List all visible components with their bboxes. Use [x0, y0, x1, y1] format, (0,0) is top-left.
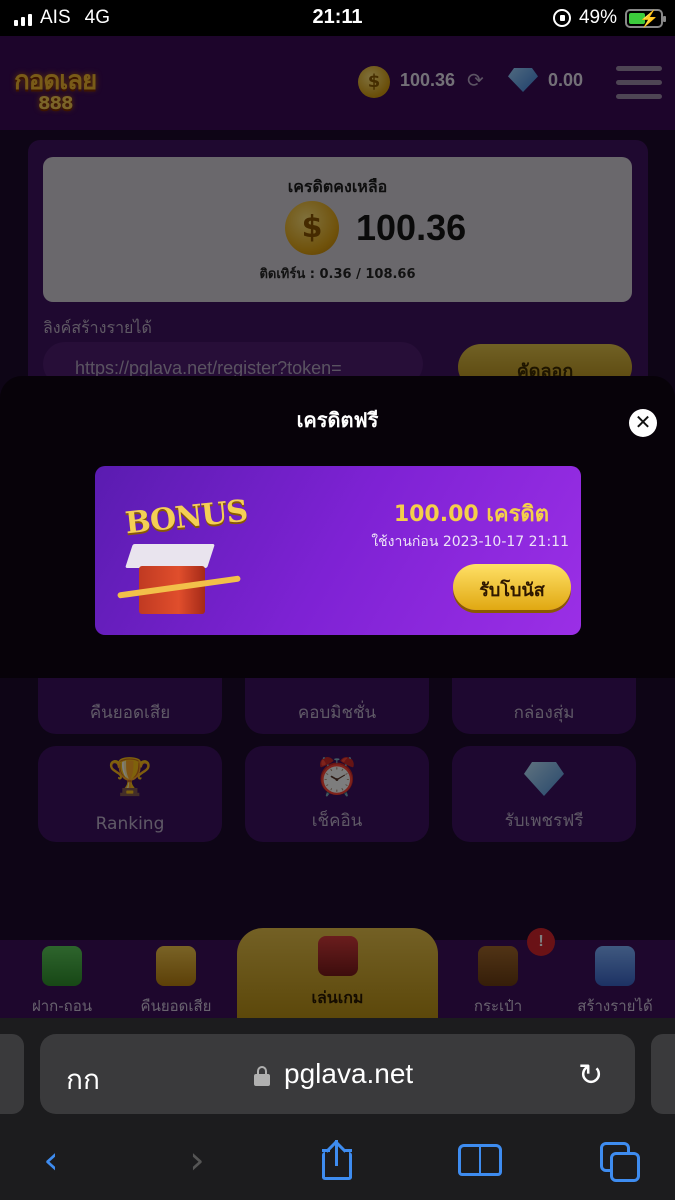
forward-icon[interactable]: ›: [172, 1138, 222, 1182]
claim-bonus-button[interactable]: รับโบนัส: [453, 564, 571, 610]
address-bar[interactable]: กก pglava.net ↻: [40, 1034, 635, 1114]
status-right: 49% ⚡: [552, 7, 666, 29]
gift-box-icon: BONUS: [117, 492, 249, 616]
reload-icon[interactable]: ↻: [578, 1058, 603, 1093]
lock-icon: [254, 1066, 270, 1086]
bookmarks-icon[interactable]: [458, 1144, 502, 1178]
back-icon[interactable]: ‹: [26, 1138, 76, 1182]
modal-title: เครดิตฟรี: [296, 408, 379, 432]
browser-chrome: กก pglava.net ↻ ‹ ›: [0, 1018, 675, 1200]
rotation-lock-icon: [552, 9, 571, 27]
bonus-card: BONUS 100.00 เครดิต ใช้งานก่อน 2023-10-1…: [95, 466, 581, 635]
bonus-expiry: ใช้งานก่อน 2023-10-17 21:11: [371, 534, 569, 550]
share-icon[interactable]: [320, 1140, 354, 1180]
url-domain[interactable]: pglava.net: [284, 1058, 413, 1090]
tabs-icon[interactable]: [600, 1142, 642, 1182]
reader-settings-button[interactable]: กก: [66, 1058, 100, 1102]
battery-icon: ⚡: [625, 8, 666, 28]
battery-percent: 49%: [578, 7, 617, 28]
bonus-amount: 100.00 เครดิต: [393, 502, 549, 527]
previous-tab-preview[interactable]: [0, 1034, 24, 1114]
status-bar: AIS 4G 21:11 49% ⚡: [0, 0, 675, 59]
close-icon[interactable]: ✕: [629, 409, 657, 437]
bonus-word: BONUS: [123, 493, 249, 542]
next-tab-preview[interactable]: [651, 1034, 675, 1114]
